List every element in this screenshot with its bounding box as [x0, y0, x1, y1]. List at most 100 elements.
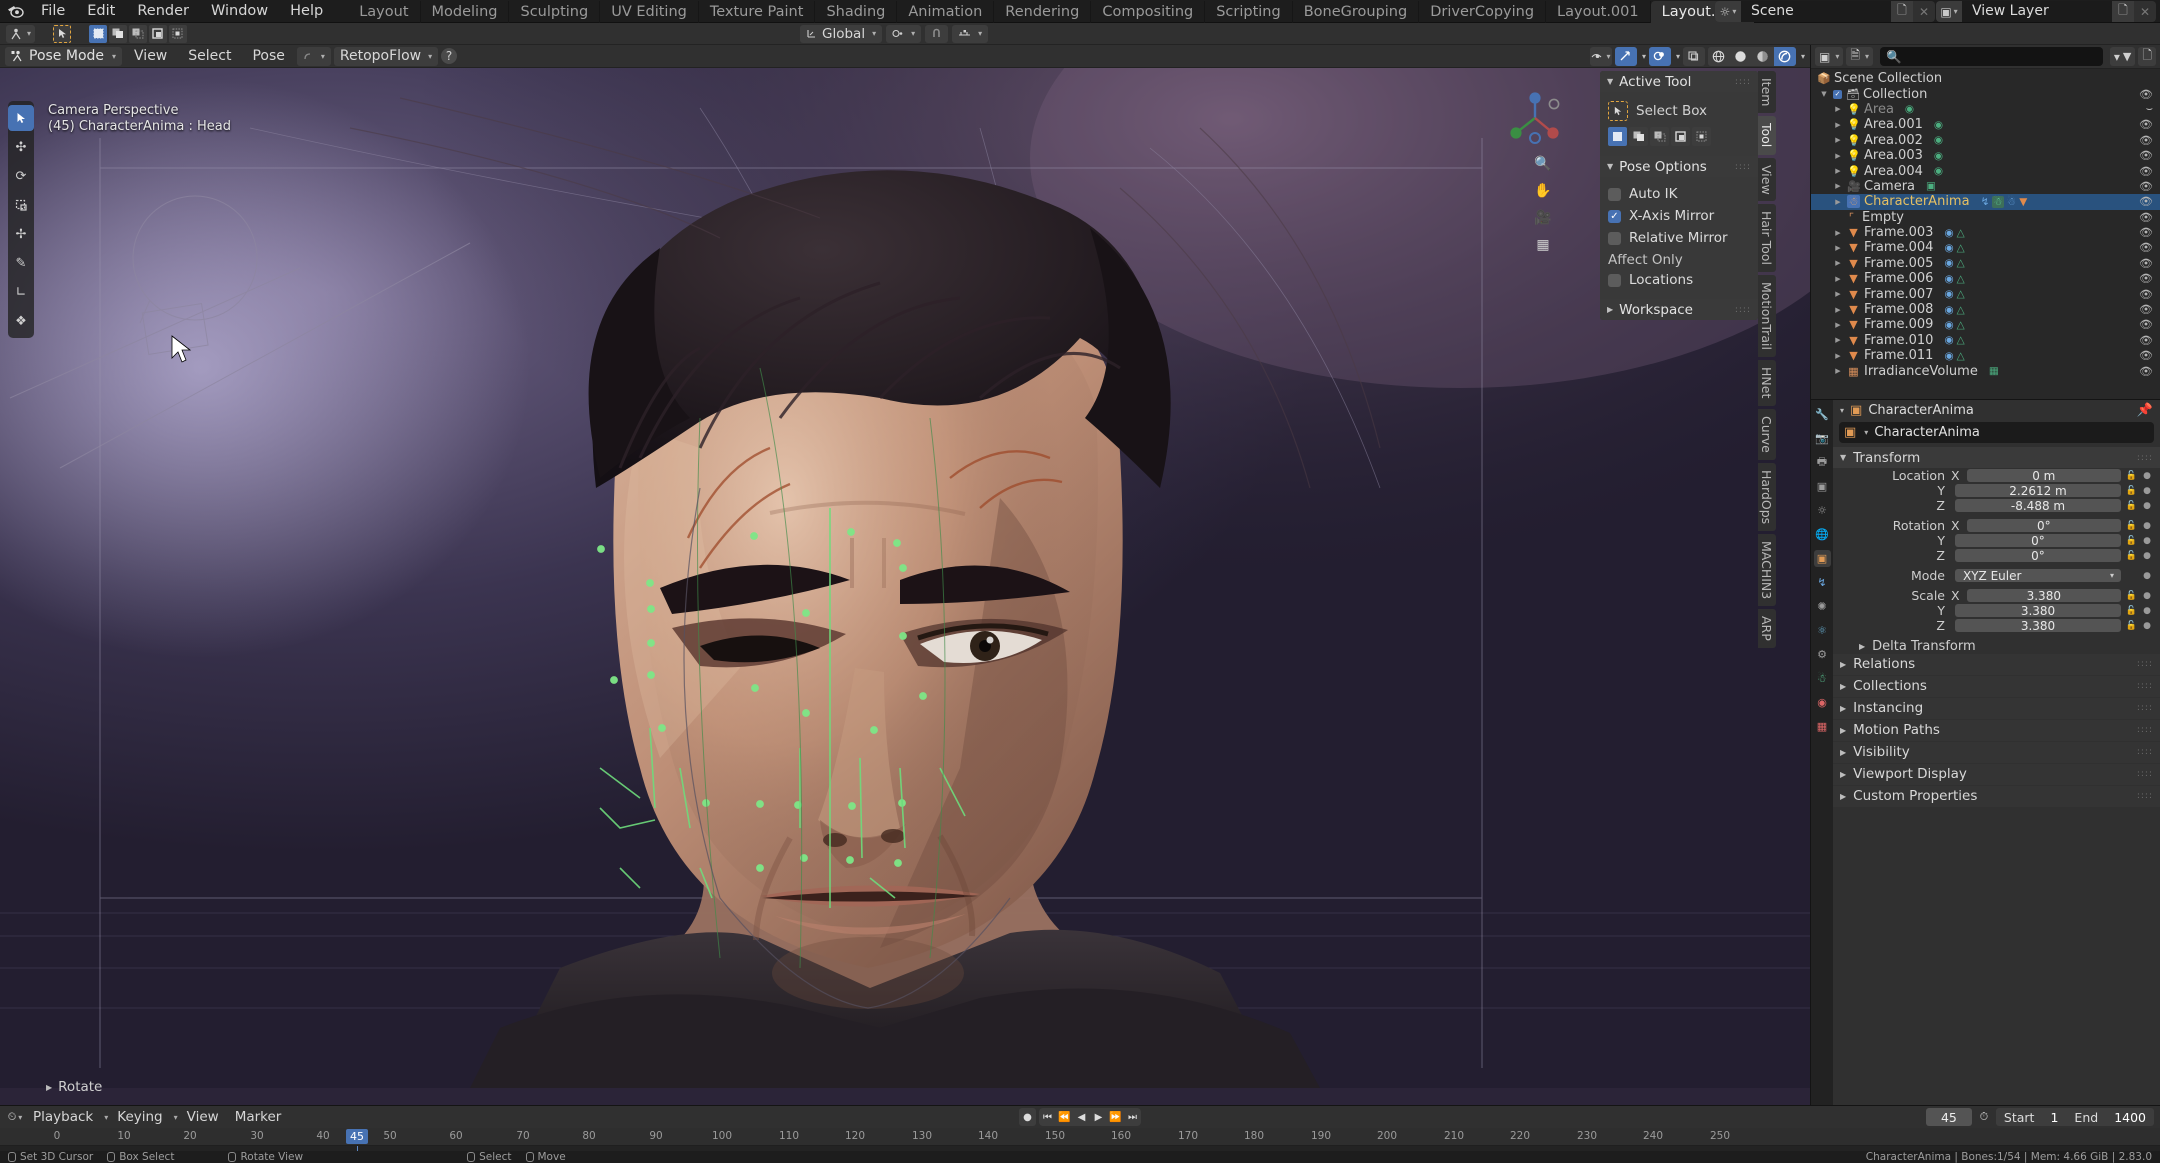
remove-viewlayer-icon[interactable]: ✕ [2134, 1, 2156, 22]
rotation-x-row[interactable]: Rotation X 0° 🔓 ● [1833, 519, 2160, 533]
npanel-tab-tool[interactable]: Tool [1758, 116, 1776, 154]
pose-library-dropdown[interactable]: ▾ [297, 47, 331, 66]
visibility-eye-icon[interactable]: 👁 [2139, 318, 2153, 331]
visibility-eye-icon[interactable]: 👁 [2139, 288, 2153, 301]
viewlayer-selector[interactable]: ▣▾ View Layer 🗋 ✕ [1936, 1, 2156, 22]
outliner-row-area-002[interactable]: ▶ 💡 Area.002 ◉ 👁 [1811, 133, 2160, 148]
armature-data-icon[interactable]: ☃ [2007, 196, 2016, 208]
outliner-row-collection[interactable]: ▼ ✓ 🗃 Collection 👁 [1811, 86, 2160, 101]
tweak-tool-icon[interactable] [8, 105, 34, 131]
menu-edit[interactable]: Edit [76, 0, 126, 23]
outliner-row-frame-008[interactable]: ▶ ▼ Frame.008 ◉△ 👁 [1811, 302, 2160, 317]
workspace-tab-modeling[interactable]: Modeling [421, 1, 510, 23]
timeline-menu-marker[interactable]: Marker [228, 1108, 289, 1126]
workspace-tab-scripting[interactable]: Scripting [1205, 1, 1292, 23]
visibility-dropdown-icon[interactable]: ▾ [1590, 47, 1612, 66]
outliner-row-frame-010[interactable]: ▶ ▼ Frame.010 ◉△ 👁 [1811, 333, 2160, 348]
material-icon[interactable]: ◉ [1944, 227, 1953, 239]
pivot-point-dropdown[interactable]: ▾ [886, 25, 921, 43]
npanel-tab-hair-tool[interactable]: Hair Tool [1758, 204, 1776, 272]
viewlayer-name[interactable]: View Layer [1962, 1, 2112, 22]
outliner-row-frame-007[interactable]: ▶ ▼ Frame.007 ◉△ 👁 [1811, 286, 2160, 301]
shading-wireframe-icon[interactable] [1708, 47, 1730, 66]
visibility-eye-icon[interactable]: 👁 [2139, 334, 2153, 347]
mode-icon-button[interactable]: ▾ [6, 25, 35, 43]
chevron-down-icon[interactable]: ▼ [1819, 90, 1829, 98]
visibility-eye-icon[interactable]: 👁 [2139, 88, 2153, 101]
visibility-eye-icon[interactable]: 👁 [2139, 272, 2153, 285]
navigation-gizmo[interactable] [1506, 89, 1564, 147]
use-preview-range-icon[interactable]: ⏱ [1975, 1108, 1993, 1126]
prev-keyframe-icon[interactable]: ⏪ [1056, 1108, 1073, 1126]
mesh-data-icon[interactable]: △ [1957, 334, 1965, 346]
workspace-tab-layout[interactable]: Layout [348, 1, 420, 23]
chevron-down-icon[interactable]: ▾ [1840, 406, 1844, 415]
animate-dot-icon[interactable]: ● [2142, 521, 2152, 531]
material-icon[interactable]: ◉ [1944, 257, 1953, 269]
scale-z-field[interactable]: 3.380 [1955, 619, 2121, 632]
breakdowner-tool-icon[interactable]: ❖ [8, 308, 34, 334]
pose-options-panel-header[interactable]: ▼ Pose Options :::: [1600, 156, 1758, 177]
select-extend-icon[interactable] [1629, 127, 1648, 146]
visibility-eye-icon[interactable]: 👁 [2139, 118, 2153, 131]
chevron-right-icon[interactable]: ▶ [1833, 198, 1843, 206]
mesh-data-icon[interactable]: △ [1957, 227, 1965, 239]
visibility-eye-icon[interactable]: 👁 [2139, 165, 2153, 178]
viewport-menu-select[interactable]: Select [179, 47, 240, 66]
play-icon[interactable]: ▶ [1090, 1108, 1107, 1126]
scale-tool-icon[interactable] [8, 192, 34, 218]
visibility-eye-icon[interactable]: 👁 [2139, 134, 2153, 147]
location-y-row[interactable]: Y 2.2612 m 🔓 ● [1833, 484, 2160, 498]
workspace-tab-layout-001[interactable]: Layout.001 [1546, 1, 1651, 23]
outliner-row-frame-006[interactable]: ▶ ▼ Frame.006 ◉△ 👁 [1811, 271, 2160, 286]
workspace-tab-shading[interactable]: Shading [815, 1, 897, 23]
new-collection-icon[interactable]: 🗋 [2138, 47, 2156, 66]
next-keyframe-icon[interactable]: ⏩ [1107, 1108, 1124, 1126]
chevron-right-icon[interactable]: ▶ [1833, 352, 1843, 360]
instancing-section-header[interactable]: ▶ Instancing :::: [1833, 698, 2160, 719]
shading-rendered-icon[interactable] [1774, 47, 1796, 66]
pin-icon[interactable]: 📌 [2137, 403, 2153, 418]
outliner-row-frame-004[interactable]: ▶ ▼ Frame.004 ◉△ 👁 [1811, 240, 2160, 255]
select-invert-icon[interactable] [1671, 127, 1690, 146]
xray-toggle[interactable] [1683, 47, 1705, 66]
custom-properties-section-header[interactable]: ▶ Custom Properties :::: [1833, 786, 2160, 807]
scale-z-row[interactable]: Z 3.380 🔓 ● [1833, 619, 2160, 633]
properties-tab-scene[interactable]: ☼ [1814, 502, 1831, 519]
outliner-row-area-003[interactable]: ▶ 💡 Area.003 ◉ 👁 [1811, 148, 2160, 163]
timeline-ruler[interactable]: 0 10 20 30 40 50 60 70 80 90 100 110 120… [0, 1128, 2160, 1146]
rotation-y-field[interactable]: 0° [1955, 534, 2121, 547]
outliner-row-frame-011[interactable]: ▶ ▼ Frame.011 ◉△ 👁 [1811, 348, 2160, 363]
3d-viewport[interactable]: Pose Mode▾ View Select Pose ▾ RetopoFlow… [0, 45, 1810, 1105]
menu-window[interactable]: Window [200, 0, 279, 23]
lock-icon[interactable]: 🔓 [2125, 486, 2138, 496]
transform-tool-icon[interactable]: ✢ [8, 221, 34, 247]
zoom-icon[interactable]: 🔍 [1534, 155, 1552, 173]
workspace-panel-header[interactable]: ▶ Workspace :::: [1600, 299, 1758, 320]
scale-y-field[interactable]: 3.380 [1955, 604, 2121, 617]
scale-x-field[interactable]: 3.380 [1967, 589, 2121, 602]
menu-file[interactable]: File [30, 0, 76, 23]
chevron-right-icon[interactable]: ▶ [1833, 136, 1843, 144]
material-icon[interactable]: ◉ [1944, 334, 1953, 346]
scene-name[interactable]: Scene [1741, 1, 1891, 22]
outliner-tree[interactable]: 📦 Scene Collection ▼ ✓ 🗃 Collection 👁 ▶ … [1811, 69, 2160, 399]
select-subtract-icon[interactable] [1650, 127, 1669, 146]
workspace-tab-texture-paint[interactable]: Texture Paint [699, 1, 816, 23]
visibility-eye-icon[interactable]: 👁 [2139, 226, 2153, 239]
option-relative-mirror[interactable]: Relative Mirror [1608, 227, 1750, 249]
chevron-right-icon[interactable]: ▶ [1833, 321, 1843, 329]
mesh-data-icon[interactable]: △ [1957, 273, 1965, 285]
checkbox-locations[interactable] [1608, 274, 1621, 287]
mesh-data-icon[interactable]: △ [1957, 288, 1965, 300]
timeline-menu-playback[interactable]: Playback [26, 1108, 100, 1126]
frame-range-field[interactable]: Start 1 End 1400 [1996, 1108, 2154, 1126]
lock-icon[interactable]: 🔓 [2125, 621, 2138, 631]
chevron-right-icon[interactable]: ▶ [1833, 244, 1843, 252]
lock-icon[interactable]: 🔓 [2125, 551, 2138, 561]
workspace-tab-animation[interactable]: Animation [897, 1, 994, 23]
workspace-tab-compositing[interactable]: Compositing [1091, 1, 1205, 23]
outliner-row-camera[interactable]: ▶ 🎥 Camera ▣ 👁 [1811, 179, 2160, 194]
visibility-eye-icon[interactable]: 👁 [2139, 241, 2153, 254]
rotation-x-field[interactable]: 0° [1967, 519, 2121, 532]
